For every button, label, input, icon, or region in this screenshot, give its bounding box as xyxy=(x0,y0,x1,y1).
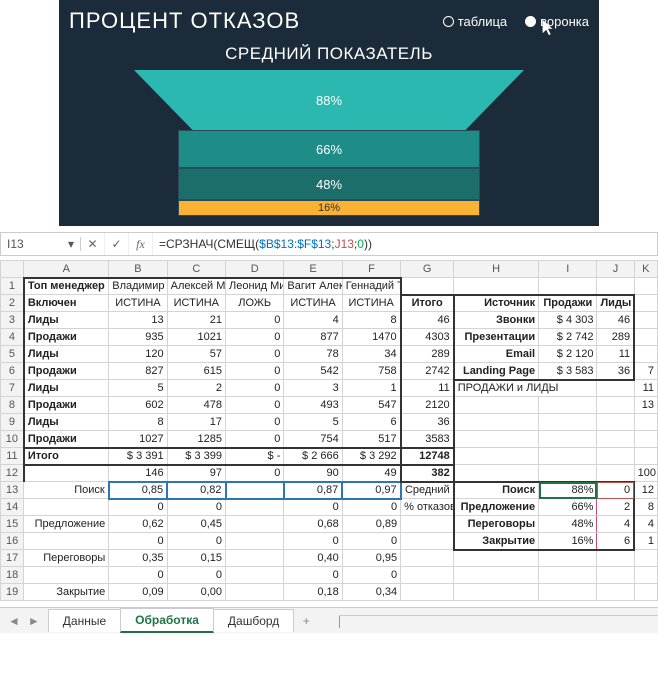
accept-formula-button[interactable]: ✓ xyxy=(105,233,129,255)
table-row: 19Закрытие0,090,000,180,34 xyxy=(1,584,658,601)
col-header[interactable]: G xyxy=(401,261,454,278)
cancel-formula-button[interactable]: ✕ xyxy=(81,233,105,255)
name-box[interactable]: I13▾ xyxy=(1,237,81,251)
col-header[interactable]: F xyxy=(342,261,400,278)
chart-title: ПРОЦЕНТ ОТКАЗОВ xyxy=(69,8,300,34)
table-row: 5Лиды1205707834289Email$ 2 12011 xyxy=(1,346,658,363)
fx-button[interactable]: fx xyxy=(129,233,153,255)
col-header[interactable]: I xyxy=(539,261,597,278)
col-header[interactable]: C xyxy=(167,261,225,278)
sheet-tab[interactable]: Данные xyxy=(48,609,121,632)
col-header[interactable]: J xyxy=(597,261,634,278)
toggle-funnel[interactable]: воронка xyxy=(525,14,589,29)
toggle-table[interactable]: таблица xyxy=(443,14,507,29)
col-header[interactable]: H xyxy=(454,261,539,278)
radio-icon xyxy=(525,16,536,27)
table-row: 140000% отказовПредложение66%28 xyxy=(1,499,658,516)
table-row: 2ВключенИСТИНАИСТИНАЛОЖЬИСТИНАИСТИНАИтог… xyxy=(1,295,658,312)
funnel-stage-1: 66% xyxy=(178,130,480,168)
active-cell: 88% xyxy=(539,482,597,499)
funnel-chart-panel: ПРОЦЕНТ ОТКАЗОВ таблица воронка СРЕДНИЙ … xyxy=(59,0,599,226)
formula-input[interactable]: =СРЗНАЧ(СМЕЩ($B$13:$F$13;J13;0)) xyxy=(153,237,657,251)
table-row: 6Продажи82761505427582742Landing Page$ 3… xyxy=(1,363,658,380)
table-row: 160000Закрытие16%61 xyxy=(1,533,658,550)
formula-bar: I13▾ ✕ ✓ fx =СРЗНАЧ(СМЕЩ($B$13:$F$13;J13… xyxy=(0,232,658,256)
table-row: 8Продажи6024780493547212013 xyxy=(1,397,658,414)
tab-prev-icon[interactable]: ◄ xyxy=(8,614,20,628)
col-header[interactable]: E xyxy=(284,261,342,278)
table-row: 9Лиды81705636 xyxy=(1,414,658,431)
chart-subtitle: СРЕДНИЙ ПОКАЗАТЕЛЬ xyxy=(69,44,589,64)
table-row: 7Лиды5203111ПРОДАЖИ и ЛИДЫ11 xyxy=(1,380,658,397)
view-toggle: таблица воронка xyxy=(443,14,589,29)
hscroll[interactable] xyxy=(339,615,658,627)
table-row: 3Лиды132104846Звонки$ 4 30346 xyxy=(1,312,658,329)
radio-icon xyxy=(443,16,454,27)
table-row: 10Продажи1027128507545173583 xyxy=(1,431,658,448)
sheet-tab-active[interactable]: Обработка xyxy=(120,608,214,633)
table-row: 13Поиск0,850,820,870,97СреднийПоиск88%01… xyxy=(1,482,658,499)
col-header[interactable]: A xyxy=(24,261,109,278)
funnel-chart: 88% 66% 48% 16% xyxy=(69,70,589,226)
funnel-stage-0: 88% xyxy=(134,70,524,130)
tab-next-icon[interactable]: ► xyxy=(28,614,40,628)
funnel-stage-2: 48% xyxy=(178,168,480,200)
col-header[interactable]: D xyxy=(226,261,284,278)
table-row: 17Переговоры0,350,150,400,95 xyxy=(1,550,658,567)
add-sheet-button[interactable]: + xyxy=(293,614,319,628)
table-row: 180000 xyxy=(1,567,658,584)
sheet-tabs: ◄ ► Данные Обработка Дашборд + xyxy=(0,607,658,633)
funnel-stage-3: 16% xyxy=(178,200,480,216)
table-row: 15Предложение0,620,450,680,89Переговоры4… xyxy=(1,516,658,533)
table-row: 1Топ менеджерВладимир ЛисинАлексей Морда… xyxy=(1,278,658,295)
col-header[interactable]: B xyxy=(109,261,167,278)
cursor-icon xyxy=(539,18,557,39)
col-header[interactable]: K xyxy=(634,261,657,278)
select-all[interactable] xyxy=(1,261,24,278)
table-row: 121469709049382100 xyxy=(1,465,658,482)
table-row: 4Продажи9351021087714704303Презентации$ … xyxy=(1,329,658,346)
spreadsheet-grid[interactable]: ABCDEFGHIJK 1Топ менеджерВладимир ЛисинА… xyxy=(0,260,658,601)
sheet-tab[interactable]: Дашборд xyxy=(213,609,294,632)
table-row: 11Итого$ 3 391$ 3 399$ -$ 2 666$ 3 29212… xyxy=(1,448,658,465)
chevron-down-icon: ▾ xyxy=(68,237,74,251)
